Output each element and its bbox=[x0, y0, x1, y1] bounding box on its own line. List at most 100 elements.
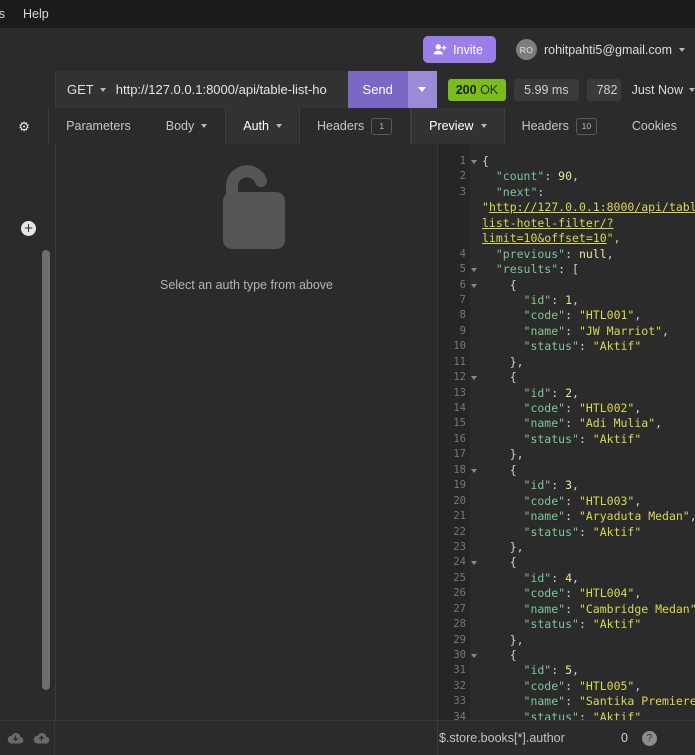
code-line: "status": "Aktif" bbox=[482, 710, 695, 720]
chevron-down-icon bbox=[418, 87, 427, 92]
help-circle-icon[interactable]: ? bbox=[641, 730, 657, 746]
add-circle-icon[interactable]: + bbox=[21, 221, 36, 236]
code-token: : bbox=[578, 339, 593, 354]
response-timestamp-label: Just Now bbox=[631, 82, 683, 97]
code-line: "http://127.0.0.1:8000/api/table- bbox=[482, 200, 695, 215]
tab-label: Headers bbox=[521, 119, 569, 133]
code-token: { bbox=[482, 648, 517, 662]
code-line: "name": "Aryaduta Medan", bbox=[482, 509, 695, 524]
account-email: rohitpahti5@gmail.com bbox=[543, 42, 672, 57]
code-token: , bbox=[572, 663, 579, 678]
line-number: 31 bbox=[453, 664, 466, 677]
fold-toggle-icon[interactable] bbox=[471, 468, 477, 473]
response-json[interactable]: { "count": 90, "next": "http://127.0.0.1:… bbox=[470, 144, 695, 720]
code-token: "results" bbox=[482, 262, 559, 277]
code-token: : bbox=[551, 663, 566, 678]
line-number: 4 bbox=[459, 247, 466, 260]
code-token: , bbox=[572, 292, 579, 307]
code-token: : bbox=[551, 385, 566, 400]
code-token: "HTL005" bbox=[578, 678, 635, 693]
tab-response-headers[interactable]: Headers 10 bbox=[505, 108, 615, 144]
response-link[interactable]: list-hotel-filter/? bbox=[482, 216, 614, 230]
code-line: "name": "Santika Premiere", bbox=[482, 694, 695, 709]
code-token: : bbox=[565, 416, 579, 431]
code-token: "HTL001" bbox=[578, 308, 635, 323]
line-number: 12 bbox=[438, 370, 477, 385]
line-number: 2 bbox=[459, 170, 466, 183]
send-options-button[interactable] bbox=[407, 71, 437, 108]
send-button[interactable]: Send bbox=[347, 71, 408, 108]
menu-item-help[interactable]: Help bbox=[14, 4, 58, 24]
jsonpath-filter-bar: 0 ? bbox=[438, 721, 695, 755]
response-link[interactable]: http://127.0.0.1:8000/api/table- bbox=[489, 200, 695, 214]
code-token: , bbox=[634, 401, 642, 415]
line-number: 8 bbox=[459, 309, 466, 322]
code-token: : bbox=[578, 431, 593, 446]
line-number: 26 bbox=[453, 587, 466, 600]
match-count: 0 bbox=[621, 731, 628, 745]
fold-toggle-icon[interactable] bbox=[471, 376, 477, 381]
line-number bbox=[438, 216, 470, 231]
line-number: 33 bbox=[453, 695, 466, 708]
code-token: : bbox=[544, 169, 559, 184]
fold-toggle-icon[interactable] bbox=[471, 283, 477, 288]
code-token: : bbox=[565, 509, 579, 524]
request-bar: GET Send 200 OK 5.99 ms 782 Just Now bbox=[0, 71, 695, 109]
code-token: "Aktif" bbox=[592, 431, 642, 446]
code-token: "name" bbox=[482, 416, 566, 431]
menu-item-tools[interactable]: ls bbox=[0, 4, 14, 24]
code-token: }, bbox=[482, 354, 524, 369]
code-line: { bbox=[482, 648, 695, 663]
status-bar-spacer bbox=[55, 721, 438, 755]
code-token: , bbox=[690, 509, 695, 523]
response-body-panel[interactable]: 1 2 3 4 5 6 7 8 9 10 11 12 13 14 15 16 17 18 19 20 21 22 23 24 2… bbox=[438, 144, 695, 720]
code-line: { bbox=[482, 555, 695, 570]
chevron-down-icon bbox=[679, 47, 685, 52]
code-token: 2 bbox=[565, 385, 573, 400]
tab-cookies[interactable]: Cookies bbox=[615, 108, 695, 144]
code-token: "Cambridge Medan" bbox=[578, 601, 695, 616]
code-line: }, bbox=[482, 447, 695, 462]
http-method-select[interactable]: GET bbox=[56, 71, 114, 108]
code-line: "code": "HTL005", bbox=[482, 679, 695, 694]
cloud-upload-icon[interactable] bbox=[33, 732, 50, 745]
invite-button[interactable]: Invite bbox=[423, 36, 496, 63]
tab-label: Cookies bbox=[631, 119, 677, 133]
code-token: { bbox=[482, 154, 489, 168]
tab-body[interactable]: Body bbox=[149, 108, 226, 144]
tab-auth[interactable]: Auth bbox=[225, 108, 300, 145]
sidebar-scrollbar[interactable] bbox=[42, 250, 50, 690]
code-line: "name": "JW Marriot", bbox=[482, 324, 695, 339]
response-link[interactable]: limit=10&offset=10 bbox=[482, 231, 607, 245]
fold-toggle-icon[interactable] bbox=[471, 654, 477, 658]
tab-label: Body bbox=[165, 119, 195, 133]
tab-request-headers[interactable]: Headers 1 bbox=[300, 108, 410, 144]
url-input[interactable] bbox=[113, 71, 348, 108]
account-menu[interactable]: RO rohitpahti5@gmail.com bbox=[512, 36, 689, 63]
jsonpath-input[interactable] bbox=[439, 731, 607, 745]
left-rail: + bbox=[0, 144, 56, 720]
tab-preview[interactable]: Preview bbox=[411, 108, 505, 145]
code-token: : bbox=[565, 308, 579, 323]
line-number: 20 bbox=[453, 494, 466, 507]
code-token: "name" bbox=[482, 694, 566, 709]
code-token: "next" bbox=[482, 184, 538, 199]
auth-panel: Select an auth type from above bbox=[56, 144, 438, 720]
gear-icon[interactable]: ⚙ bbox=[18, 120, 30, 133]
code-token: "code" bbox=[482, 493, 566, 508]
cloud-download-icon[interactable] bbox=[7, 732, 24, 745]
code-token: : bbox=[551, 570, 566, 585]
main-content: + Select an auth type from above 1234567… bbox=[0, 144, 695, 720]
code-line: { bbox=[482, 463, 695, 478]
tab-parameters[interactable]: Parameters bbox=[49, 108, 149, 144]
code-token: , bbox=[634, 678, 642, 693]
response-timestamp-select[interactable]: Just Now bbox=[629, 83, 695, 97]
fold-toggle-icon[interactable] bbox=[471, 561, 477, 566]
fold-toggle-icon[interactable] bbox=[471, 160, 477, 164]
code-line: }, bbox=[482, 633, 695, 648]
tab-badge: 1 bbox=[371, 117, 393, 135]
chevron-down-icon bbox=[201, 124, 208, 128]
app-window: ls Help Invite RO rohitpahti5@gmail.com … bbox=[0, 0, 695, 755]
code-token: { bbox=[482, 277, 517, 292]
fold-toggle-icon[interactable] bbox=[471, 268, 477, 273]
